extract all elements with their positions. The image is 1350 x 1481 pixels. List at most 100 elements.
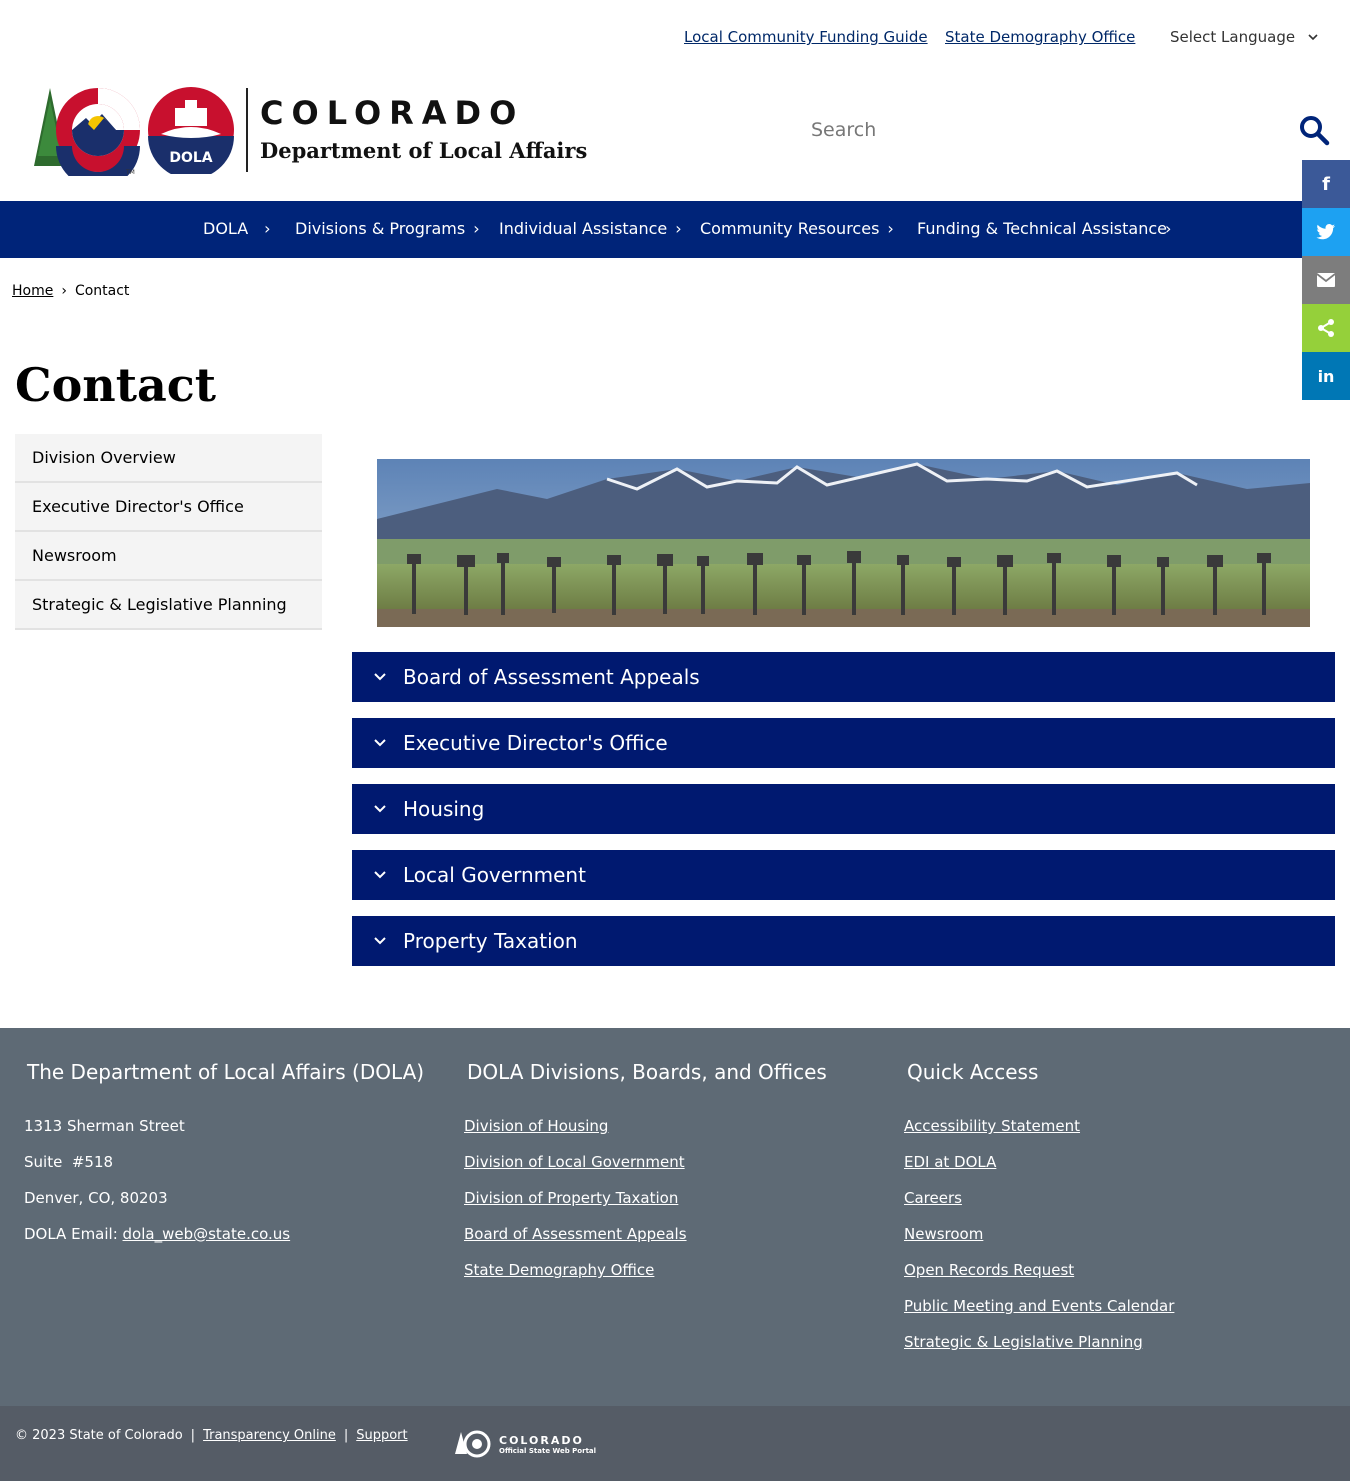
nav-item-community-resources[interactable]: Community Resources › xyxy=(700,219,894,238)
side-nav: Division Overview Executive Director's O… xyxy=(15,434,322,630)
footer-link-state-demography-office[interactable]: State Demography Office xyxy=(464,1261,654,1279)
chevron-right-icon: › xyxy=(61,283,67,299)
footer-link-newsroom[interactable]: Newsroom xyxy=(904,1225,983,1243)
sidenav-item-strategic-planning[interactable]: Strategic & Legislative Planning xyxy=(15,581,322,630)
search-input[interactable] xyxy=(800,108,1330,152)
footer-link-accessibility[interactable]: Accessibility Statement xyxy=(904,1117,1080,1135)
accordion-board-of-assessment-appeals[interactable]: Board of Assessment Appeals xyxy=(352,652,1335,702)
site-header: TM DOLA COLORADO Department of Local Aff… xyxy=(0,76,1350,201)
search-icon[interactable] xyxy=(1298,114,1330,146)
accordion-label: Executive Director's Office xyxy=(403,731,668,755)
footer-link-strategic-planning[interactable]: Strategic & Legislative Planning xyxy=(904,1333,1143,1351)
footer-heading-dola: The Department of Local Affairs (DOLA) xyxy=(27,1060,425,1084)
nav-item-divisions[interactable]: Divisions & Programs › xyxy=(295,219,480,238)
accordion-label: Local Government xyxy=(403,863,586,887)
footer-heading-quick-access: Quick Access xyxy=(907,1060,1039,1084)
nav-item-label: Community Resources xyxy=(700,219,880,238)
nav-item-label: Individual Assistance xyxy=(499,219,668,238)
utility-bar: Local Community Funding Guide State Demo… xyxy=(0,0,1350,76)
demography-office-link[interactable]: State Demography Office xyxy=(945,28,1135,46)
portal-subtitle: Official State Web Portal xyxy=(499,1446,597,1455)
accordion-label: Property Taxation xyxy=(403,929,578,953)
chevron-down-icon xyxy=(374,937,386,945)
svg-text:TM: TM xyxy=(125,169,135,176)
chevron-down-icon xyxy=(374,805,386,813)
linkedin-share-button[interactable]: in xyxy=(1302,352,1350,400)
site-footer: The Department of Local Affairs (DOLA) 1… xyxy=(0,1028,1350,1406)
sidenav-item-division-overview[interactable]: Division Overview xyxy=(15,434,322,483)
portal-title: COLORADO xyxy=(499,1433,584,1447)
footer-address-line: 1313 Sherman Street xyxy=(24,1117,185,1135)
nav-item-funding[interactable]: Funding & Technical Assistance › xyxy=(917,219,1171,238)
dola-logo: DOLA xyxy=(147,86,235,179)
footer-link-edi[interactable]: EDI at DOLA xyxy=(904,1153,996,1171)
footer-link-careers[interactable]: Careers xyxy=(904,1189,962,1207)
sidenav-item-newsroom[interactable]: Newsroom xyxy=(15,532,322,581)
chevron-right-icon: › xyxy=(264,219,271,238)
transparency-link[interactable]: Transparency Online xyxy=(203,1428,336,1443)
chevron-down-icon xyxy=(374,739,386,747)
chevron-down-icon xyxy=(374,871,386,879)
share-icon xyxy=(1318,319,1334,337)
hero-image xyxy=(377,459,1310,627)
page-title: Contact xyxy=(15,358,217,412)
accordion-housing[interactable]: Housing xyxy=(352,784,1335,834)
chevron-down-icon xyxy=(374,673,386,681)
accordion-label: Board of Assessment Appeals xyxy=(403,665,700,689)
share-button[interactable] xyxy=(1302,304,1350,352)
language-select[interactable]: Select Language xyxy=(1170,28,1319,46)
search-bar xyxy=(800,108,1330,152)
breadcrumb-home-link[interactable]: Home xyxy=(12,283,53,299)
twitter-share-button[interactable] xyxy=(1302,208,1350,256)
funding-guide-link[interactable]: Local Community Funding Guide xyxy=(684,28,928,46)
nav-item-label: Funding & Technical Assistance xyxy=(917,219,1167,238)
chevron-right-icon: › xyxy=(887,219,894,238)
share-bar: f in xyxy=(1302,160,1350,400)
linkedin-icon: in xyxy=(1317,366,1335,386)
chevron-down-icon xyxy=(1308,34,1318,41)
email-icon xyxy=(1316,273,1336,287)
sidenav-item-executive-directors-office[interactable]: Executive Director's Office xyxy=(15,483,322,532)
main-nav: DOLA › Divisions & Programs › Individual… xyxy=(0,201,1350,258)
nav-item-label: DOLA xyxy=(203,219,249,238)
footer-email-label: DOLA Email: xyxy=(24,1225,123,1243)
accordion-property-taxation[interactable]: Property Taxation xyxy=(352,916,1335,966)
nav-item-individual-assistance[interactable]: Individual Assistance › xyxy=(499,219,682,238)
footer-address-line: Suite #518 xyxy=(24,1153,114,1171)
footer-link-division-of-housing[interactable]: Division of Housing xyxy=(464,1117,608,1135)
colorado-logo[interactable]: TM xyxy=(30,86,145,176)
dola-badge-text: DOLA xyxy=(169,150,212,166)
chevron-right-icon: › xyxy=(675,219,682,238)
bottom-bar: © 2023 State of Colorado | Transparency … xyxy=(0,1406,1350,1481)
logo-divider xyxy=(246,88,248,172)
nav-item-label: Divisions & Programs xyxy=(295,219,466,238)
nav-item-dola[interactable]: DOLA › xyxy=(203,219,271,238)
accordion-local-government[interactable]: Local Government xyxy=(352,850,1335,900)
twitter-icon xyxy=(1316,224,1335,240)
accordion-label: Housing xyxy=(403,797,485,821)
breadcrumb: Home › Contact xyxy=(12,283,129,299)
email-share-button[interactable] xyxy=(1302,256,1350,304)
footer-link-events-calendar[interactable]: Public Meeting and Events Calendar xyxy=(904,1297,1174,1315)
chevron-right-icon: › xyxy=(473,219,480,238)
accordion-executive-directors-office[interactable]: Executive Director's Office xyxy=(352,718,1335,768)
separator: | xyxy=(343,1428,349,1443)
footer-email-line: DOLA Email: dola_web@state.co.us xyxy=(24,1225,290,1243)
breadcrumb-current: Contact xyxy=(74,283,130,299)
language-select-label: Select Language xyxy=(1170,28,1296,46)
chevron-right-icon: › xyxy=(1164,219,1172,238)
facebook-share-button[interactable]: f xyxy=(1302,160,1350,208)
site-title: COLORADO xyxy=(260,94,525,132)
footer-link-division-of-local-government[interactable]: Division of Local Government xyxy=(464,1153,685,1171)
support-link[interactable]: Support xyxy=(356,1428,407,1443)
footer-link-division-of-property-taxation[interactable]: Division of Property Taxation xyxy=(464,1189,678,1207)
footer-heading-divisions: DOLA Divisions, Boards, and Offices xyxy=(467,1060,827,1084)
footer-link-open-records[interactable]: Open Records Request xyxy=(904,1261,1074,1279)
footer-email-link[interactable]: dola_web@state.co.us xyxy=(123,1225,291,1243)
colorado-portal-icon xyxy=(455,1430,491,1458)
bottom-links: © 2023 State of Colorado | Transparency … xyxy=(15,1428,408,1443)
site-subtitle: Department of Local Affairs xyxy=(260,138,588,163)
footer-link-board-of-assessment-appeals[interactable]: Board of Assessment Appeals xyxy=(464,1225,687,1243)
separator: | xyxy=(190,1428,196,1443)
state-portal-logo[interactable]: COLORADO Official State Web Portal xyxy=(455,1430,596,1458)
